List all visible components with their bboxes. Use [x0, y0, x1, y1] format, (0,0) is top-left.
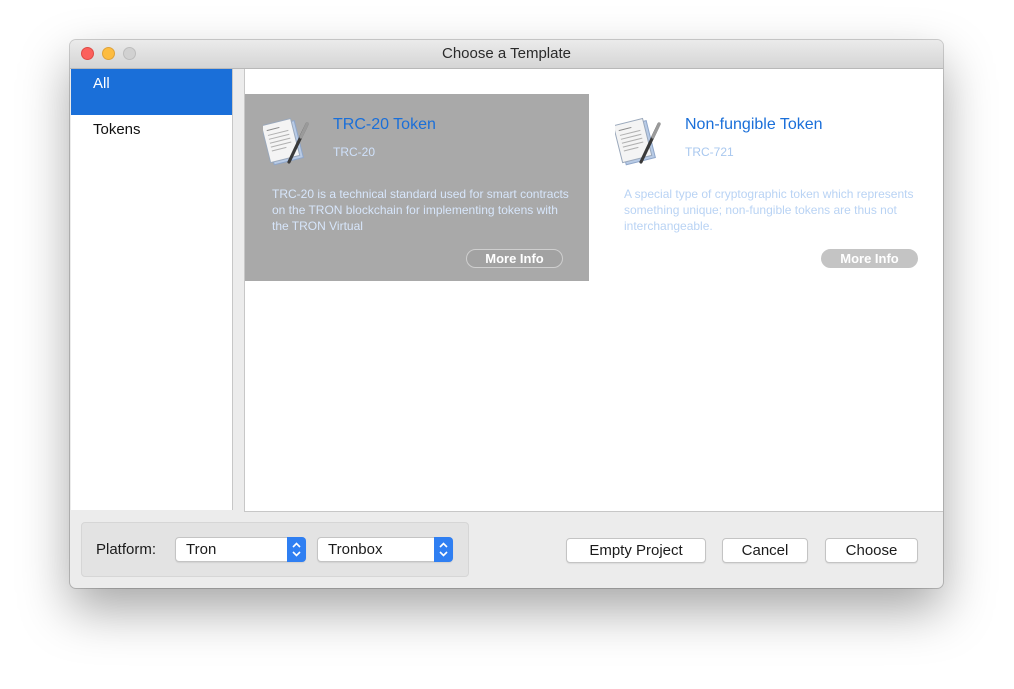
platform-select[interactable]: Tron: [175, 537, 306, 562]
template-grid: TRC-20 Token TRC-20 TRC-20 is a technica…: [244, 69, 943, 512]
document-pen-icon: [615, 117, 661, 166]
cancel-button[interactable]: Cancel: [722, 538, 808, 563]
template-title: Non-fungible Token: [685, 116, 823, 133]
chevron-up-down-icon: [434, 537, 453, 562]
split-view-divider[interactable]: [233, 69, 243, 510]
minimize-window-button[interactable]: [102, 47, 115, 60]
template-card-trc20[interactable]: TRC-20 Token TRC-20 TRC-20 is a technica…: [245, 94, 589, 281]
sidebar-item-label: All: [93, 75, 110, 92]
framework-select-value: Tronbox: [328, 541, 383, 558]
template-subtitle: TRC-721: [685, 145, 734, 159]
template-description: TRC-20 is a technical standard used for …: [272, 187, 569, 233]
document-pen-icon: [263, 117, 309, 166]
template-description: A special type of cryptographic token wh…: [624, 187, 914, 233]
sidebar-item-all[interactable]: All: [71, 69, 232, 115]
chevron-up-down-icon: [287, 537, 306, 562]
sidebar-item-tokens[interactable]: Tokens: [71, 115, 232, 161]
more-info-button[interactable]: More Info: [821, 249, 918, 268]
platform-group: Platform: Tron Tronbox: [81, 522, 469, 577]
sidebar-item-label: Tokens: [93, 121, 141, 138]
title-bar[interactable]: Choose a Template: [70, 40, 943, 69]
window-title: Choose a Template: [442, 45, 571, 62]
platform-select-value: Tron: [186, 541, 217, 558]
category-sidebar: All Tokens: [71, 69, 233, 510]
template-card-trc721[interactable]: Non-fungible Token TRC-721 A special typ…: [597, 94, 941, 281]
template-subtitle: TRC-20: [333, 145, 376, 159]
more-info-button[interactable]: More Info: [466, 249, 563, 268]
choose-button[interactable]: Choose: [825, 538, 918, 563]
close-window-button[interactable]: [81, 47, 94, 60]
template-title: TRC-20 Token: [333, 116, 436, 133]
choose-template-dialog: Choose a Template All Tokens TRC-20 Toke…: [70, 40, 943, 588]
empty-project-button[interactable]: Empty Project: [566, 538, 706, 563]
framework-select[interactable]: Tronbox: [317, 537, 453, 562]
zoom-window-button: [123, 47, 136, 60]
platform-label: Platform:: [96, 541, 157, 558]
